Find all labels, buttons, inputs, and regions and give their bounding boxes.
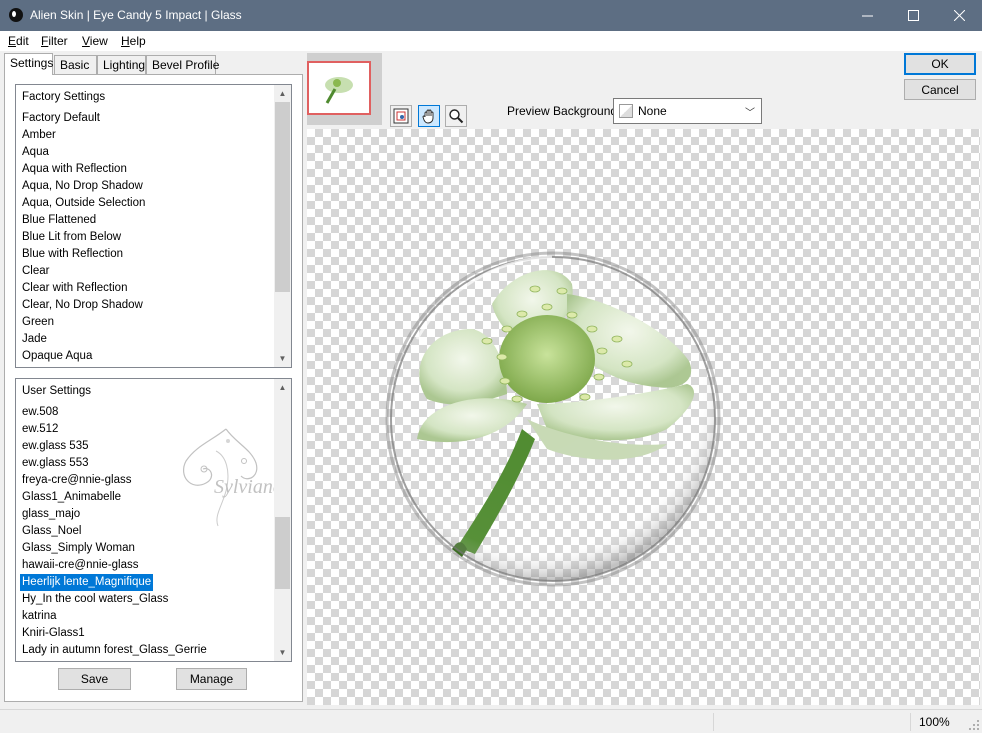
list-item[interactable]: Glass1_Animabelle: [20, 489, 123, 506]
list-item[interactable]: Hy_In the cool waters_Glass: [20, 591, 170, 608]
glass-flower-preview: [385, 251, 721, 587]
preview-background-value: None: [638, 104, 667, 118]
scroll-thumb[interactable]: [275, 517, 290, 589]
menu-filter-label: ilter: [48, 34, 68, 48]
menu-view-hotkey: V: [82, 34, 90, 48]
maximize-button[interactable]: [890, 0, 936, 31]
tab-basic[interactable]: Basic: [54, 55, 97, 74]
menu-view[interactable]: View: [82, 34, 108, 48]
menu-help-label: elp: [129, 34, 146, 48]
list-item[interactable]: Blue with Reflection: [20, 246, 125, 263]
menu-filter[interactable]: Filter: [41, 34, 68, 48]
minimize-icon: [861, 15, 873, 17]
list-item[interactable]: freya-cre@nnie-glass: [20, 472, 133, 489]
list-item[interactable]: Aqua: [20, 144, 51, 161]
list-item[interactable]: Clear, No Drop Shadow: [20, 297, 145, 314]
zoom-tool-button[interactable]: [445, 105, 467, 127]
scroll-up-icon[interactable]: ▲: [274, 379, 291, 396]
list-item[interactable]: Factory Default: [20, 110, 102, 127]
scroll-thumb[interactable]: [275, 102, 290, 292]
chevron-down-icon: ﹀: [745, 108, 755, 119]
window-title: Alien Skin | Eye Candy 5 Impact | Glass: [30, 8, 242, 22]
list-item[interactable]: Clear with Reflection: [20, 280, 129, 297]
scroll-down-icon[interactable]: ▼: [274, 644, 291, 661]
menu-edit-label: dit: [16, 34, 29, 48]
background-swatch: [619, 104, 633, 118]
navigator-viewport[interactable]: [307, 61, 371, 115]
menu-view-label: iew: [89, 34, 108, 48]
scroll-up-icon[interactable]: ▲: [274, 85, 291, 102]
preview-navigator[interactable]: [307, 53, 382, 125]
zoom-level: 100%: [919, 715, 950, 729]
menu-help[interactable]: Help: [121, 34, 146, 48]
settings-panel: Factory Settings Factory Default Amber A…: [4, 74, 303, 702]
preview-canvas[interactable]: [307, 129, 980, 705]
save-button[interactable]: Save: [58, 668, 131, 690]
watermark-text: Sylviane: [214, 476, 282, 498]
scroll-down-icon[interactable]: ▼: [274, 350, 291, 367]
status-bar: 100%: [0, 709, 982, 733]
preview-background-label: Preview Background:: [507, 104, 621, 118]
list-item[interactable]: Clear: [20, 263, 51, 280]
hand-tool-button[interactable]: [418, 105, 440, 127]
list-item[interactable]: ew.glass 535: [20, 438, 91, 455]
tab-bevel-profile[interactable]: Bevel Profile: [146, 55, 219, 74]
menu-bar: Edit Filter View Help: [0, 31, 982, 51]
list-item[interactable]: Blue Flattened: [20, 212, 98, 229]
user-scrollbar[interactable]: ▲ ▼: [274, 379, 291, 661]
cancel-button[interactable]: Cancel: [904, 79, 976, 100]
list-item[interactable]: ew.glass 553: [20, 455, 91, 472]
zoom-icon: [449, 109, 464, 124]
thumbnail-image: [325, 77, 353, 104]
preview-background-select[interactable]: None ﹀: [613, 98, 762, 124]
factory-scrollbar[interactable]: ▲ ▼: [274, 85, 291, 367]
list-item[interactable]: Kniri-Glass1: [20, 625, 87, 642]
list-item[interactable]: ew.512: [20, 421, 60, 438]
maximize-icon: [907, 10, 919, 21]
list-item[interactable]: Green: [20, 314, 56, 331]
close-button[interactable]: [936, 0, 982, 31]
factory-settings-header: Factory Settings: [22, 91, 106, 103]
status-divider: [713, 713, 714, 731]
list-item[interactable]: glass_majo: [20, 506, 82, 523]
list-item[interactable]: Blue Lit from Below: [20, 229, 123, 246]
user-settings-list[interactable]: User Settings Sylviane ew.508 ew.512 ew.…: [15, 378, 292, 662]
menu-edit-hotkey: E: [8, 34, 17, 48]
navigator-icon: [393, 108, 409, 124]
watermark-logo: Sylviane: [183, 428, 282, 527]
resize-grip-icon[interactable]: [968, 719, 980, 731]
title-bar: Alien Skin | Eye Candy 5 Impact | Glass: [0, 0, 982, 31]
tab-settings[interactable]: Settings: [4, 53, 53, 75]
navigator-button[interactable]: [390, 105, 412, 127]
list-item-selected[interactable]: Heerlijk lente_Magnifique: [18, 573, 155, 592]
list-item[interactable]: Amber: [20, 127, 58, 144]
list-item[interactable]: Glass_Simply Woman: [20, 540, 137, 557]
close-icon: [953, 10, 965, 21]
menu-help-hotkey: H: [121, 34, 130, 48]
user-settings-header: User Settings: [22, 385, 92, 397]
minimize-button[interactable]: [844, 0, 890, 31]
tab-lighting[interactable]: Lighting: [97, 55, 146, 74]
list-item[interactable]: katrina: [20, 608, 59, 625]
list-item[interactable]: Lady in autumn forest_Glass_Gerrie: [20, 642, 209, 659]
factory-settings-list[interactable]: Factory Settings Factory Default Amber A…: [15, 84, 292, 368]
menu-edit[interactable]: Edit: [8, 34, 29, 48]
status-divider: [910, 713, 911, 731]
list-item[interactable]: Aqua, Outside Selection: [20, 195, 147, 212]
list-item[interactable]: Aqua with Reflection: [20, 161, 129, 178]
list-item[interactable]: Aqua, No Drop Shadow: [20, 178, 145, 195]
list-item[interactable]: Opaque Aqua: [20, 348, 94, 365]
list-item[interactable]: Glass_Noel: [20, 523, 83, 540]
app-icon: [9, 8, 23, 22]
hand-icon: [422, 109, 434, 124]
ok-button[interactable]: OK: [904, 53, 976, 75]
list-item[interactable]: ew.508: [20, 404, 60, 421]
manage-button[interactable]: Manage: [176, 668, 247, 690]
list-item[interactable]: Jade: [20, 331, 49, 348]
list-item[interactable]: hawaii-cre@nnie-glass: [20, 557, 141, 574]
